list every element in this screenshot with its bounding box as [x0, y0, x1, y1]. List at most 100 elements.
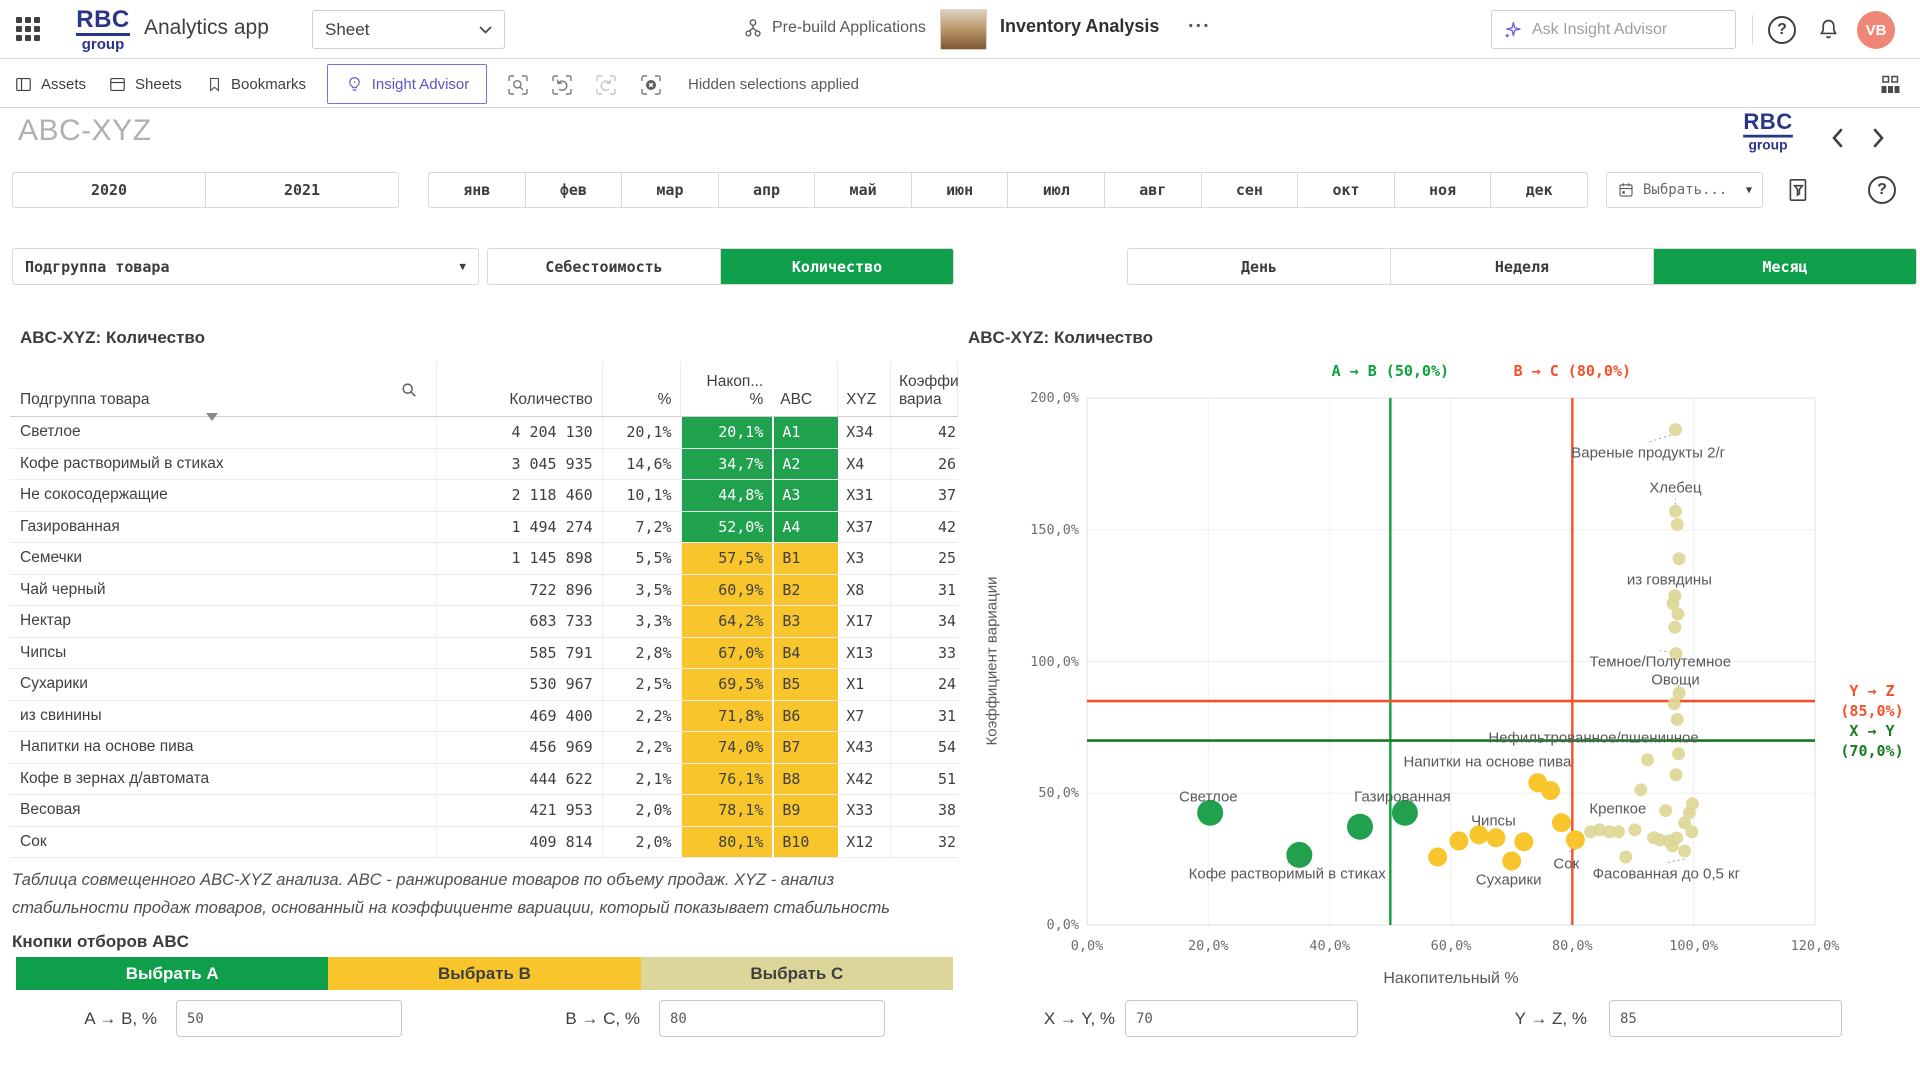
previous-sheet-button[interactable] [1830, 127, 1844, 149]
search-input[interactable] [1532, 21, 1712, 39]
table-row[interactable]: Напитки на основе пива456 9692,2%74,0%B7… [10, 732, 958, 764]
next-sheet-button[interactable] [1872, 127, 1886, 149]
month-button-июн[interactable]: июн [912, 173, 1009, 207]
cell-name[interactable]: Светлое [10, 417, 437, 448]
period-button-Месяц[interactable]: Месяц [1654, 249, 1916, 284]
month-button-мар[interactable]: мар [622, 173, 719, 207]
select-C-button[interactable]: Выбрать C [641, 957, 953, 990]
abc-threshold-input-1[interactable] [659, 1000, 885, 1037]
prebuild-applications-link[interactable]: Pre-build Applications [742, 17, 926, 39]
scatter-point-B[interactable] [1486, 828, 1505, 847]
insight-advisor-search[interactable] [1491, 10, 1736, 49]
scatter-point-C[interactable] [1671, 713, 1684, 726]
selections-search-icon[interactable] [506, 73, 530, 97]
column-header-4[interactable]: ABC [772, 362, 838, 416]
period-button-Неделя[interactable]: Неделя [1391, 249, 1654, 284]
scatter-point-C[interactable] [1612, 825, 1625, 838]
table-row[interactable]: Нектар683 7333,3%64,2%B3X1734 [10, 606, 958, 638]
column-header-2[interactable]: % [603, 362, 682, 416]
column-header-3[interactable]: Накоп...% [681, 362, 772, 416]
scatter-point-C[interactable] [1659, 804, 1672, 817]
xyz-threshold-input-0[interactable] [1125, 1000, 1358, 1037]
measure-button-Себестоимость[interactable]: Себестоимость [488, 249, 721, 284]
nav-assets[interactable]: Assets [14, 60, 86, 108]
nav-insight-advisor[interactable]: Insight Advisor [327, 64, 487, 104]
table-row[interactable]: Сок409 8142,0%80,1%B10X1232 [10, 827, 958, 859]
scatter-point-B[interactable] [1514, 832, 1533, 851]
scatter-point-C[interactable] [1628, 823, 1641, 836]
month-button-сен[interactable]: сен [1202, 173, 1299, 207]
table-row[interactable]: из свинины469 4002,2%71,8%B6X731 [10, 701, 958, 733]
table-row[interactable]: Не сокосодержащие2 118 46010,1%44,8%A3X3… [10, 480, 958, 512]
scatter-point-B[interactable] [1541, 781, 1560, 800]
current-app-name[interactable]: Inventory Analysis [1000, 16, 1159, 37]
cell-name[interactable]: Чипсы [10, 638, 437, 669]
app-launcher-icon[interactable] [16, 17, 42, 43]
nav-bookmarks[interactable]: Bookmarks [206, 60, 306, 108]
scatter-point-B[interactable] [1566, 830, 1585, 849]
table-row[interactable]: Светлое4 204 13020,1%20,1%A1X3442 [10, 417, 958, 449]
column-header-1[interactable]: Количество [437, 362, 603, 416]
period-button-День[interactable]: День [1128, 249, 1391, 284]
sheet-help-icon[interactable]: ? [1868, 176, 1896, 204]
subgroup-filter-dropdown[interactable]: Подгруппа товара ▼ [12, 248, 479, 285]
year-button-2020[interactable]: 2020 [13, 173, 206, 207]
scatter-point-C[interactable] [1641, 753, 1654, 766]
select-A-button[interactable]: Выбрать A [16, 957, 328, 990]
sheet-selector-dropdown[interactable]: Sheet [312, 10, 505, 49]
scatter-point-B[interactable] [1552, 813, 1571, 832]
cell-name[interactable]: Нектар [10, 606, 437, 637]
month-button-ноя[interactable]: ноя [1395, 173, 1492, 207]
month-button-янв[interactable]: янв [429, 173, 526, 207]
nav-sheets[interactable]: Sheets [108, 60, 182, 108]
cell-name[interactable]: Кофе растворимый в стиках [10, 449, 437, 480]
scatter-point-B[interactable] [1502, 851, 1521, 870]
month-button-окт[interactable]: окт [1298, 173, 1395, 207]
scatter-point-C[interactable] [1669, 423, 1682, 436]
column-header-5[interactable]: XYZ [838, 362, 891, 416]
scatter-point-C[interactable] [1671, 608, 1684, 621]
scatter-point-C[interactable] [1678, 844, 1691, 857]
table-row[interactable]: Кофе в зернах д/автомата444 6222,1%76,1%… [10, 764, 958, 796]
table-row[interactable]: Чай черный722 8963,5%60,9%B2X831 [10, 575, 958, 607]
month-button-авг[interactable]: авг [1105, 173, 1202, 207]
scatter-point-C[interactable] [1668, 621, 1681, 634]
column-header-0[interactable]: Подгруппа товара [10, 362, 437, 416]
scatter-point-C[interactable] [1619, 851, 1632, 864]
month-button-июл[interactable]: июл [1008, 173, 1105, 207]
cell-name[interactable]: Кофе в зернах д/автомата [10, 764, 437, 795]
scatter-point-C[interactable] [1671, 518, 1684, 531]
scatter-point-C[interactable] [1670, 768, 1683, 781]
scatter-point-C[interactable] [1673, 552, 1686, 565]
date-picker[interactable]: Выбрать... ▼ [1606, 172, 1763, 208]
cell-name[interactable]: Сухарики [10, 669, 437, 700]
scatter-point-C[interactable] [1685, 825, 1698, 838]
step-forward-icon[interactable] [594, 73, 618, 97]
clear-selections-icon[interactable] [639, 73, 663, 97]
column-header-6[interactable]: Коэффицвариа [891, 362, 958, 416]
month-button-дек[interactable]: дек [1491, 173, 1587, 207]
cell-name[interactable]: Семечки [10, 543, 437, 574]
more-menu-button[interactable]: ... [1188, 10, 1211, 33]
cell-name[interactable]: из свинины [10, 701, 437, 732]
scatter-point-B[interactable] [1428, 848, 1447, 867]
sheet-overview-icon[interactable] [1878, 73, 1903, 97]
scatter-point-C[interactable] [1686, 797, 1699, 810]
cell-name[interactable]: Газированная [10, 512, 437, 543]
cell-name[interactable]: Сок [10, 827, 437, 858]
table-row[interactable]: Семечки1 145 8985,5%57,5%B1X325 [10, 543, 958, 575]
scatter-point-B[interactable] [1449, 831, 1468, 850]
table-row[interactable]: Газированная1 494 2747,2%52,0%A4X3742 [10, 512, 958, 544]
select-B-button[interactable]: Выбрать B [328, 957, 640, 990]
month-button-фев[interactable]: фев [526, 173, 623, 207]
cell-name[interactable]: Напитки на основе пива [10, 732, 437, 763]
scatter-point-C[interactable] [1634, 783, 1647, 796]
scatter-point-C[interactable] [1669, 505, 1682, 518]
measure-button-Количество[interactable]: Количество [721, 249, 953, 284]
cell-name[interactable]: Чай черный [10, 575, 437, 606]
month-button-май[interactable]: май [815, 173, 912, 207]
column-search-icon[interactable] [400, 381, 418, 404]
table-row[interactable]: Сухарики530 9672,5%69,5%B5X124 [10, 669, 958, 701]
user-avatar[interactable]: VB [1857, 11, 1895, 49]
selections-tool-icon[interactable] [1786, 176, 1812, 204]
